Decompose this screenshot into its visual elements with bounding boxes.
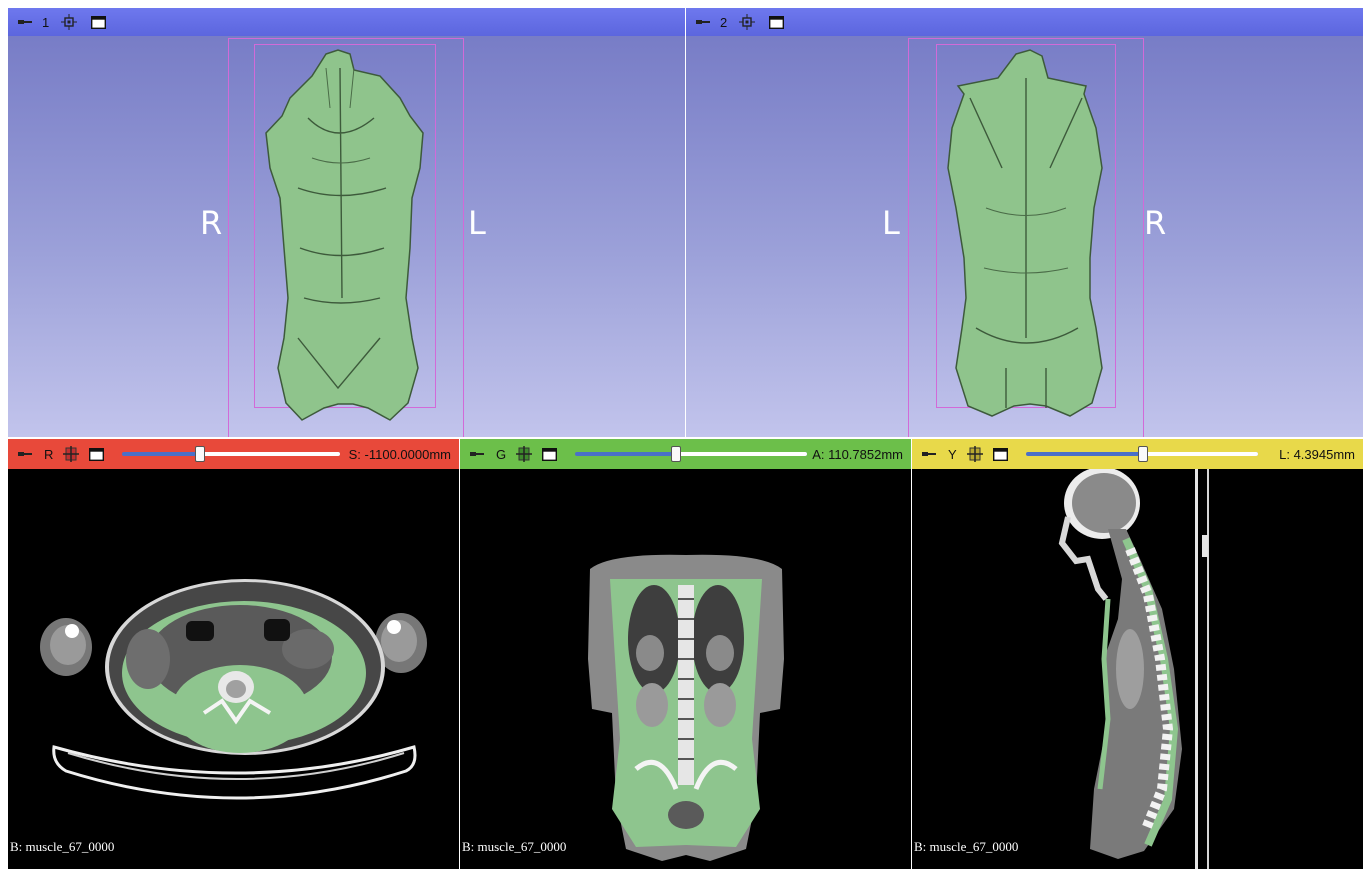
slice-offset-slider[interactable]: [122, 446, 341, 462]
green-slice-view[interactable]: G A: 110.7852mm B: muscle_67_0000: [460, 439, 911, 869]
orientation-label-left: L: [882, 204, 900, 242]
link-icon[interactable]: [966, 446, 983, 462]
slider-handle[interactable]: [1137, 446, 1148, 462]
slice-controller-bar: R S: -1100.0000mm: [8, 439, 459, 469]
background-volume-label: B: muscle_67_0000: [10, 839, 115, 854]
slider-handle[interactable]: [670, 446, 681, 462]
slider-handle[interactable]: [194, 446, 205, 462]
slice-view-letter: Y: [948, 446, 957, 462]
background-volume-label: B: muscle_67_0000: [462, 839, 567, 854]
slice-view-letter: G: [496, 446, 507, 462]
orientation-label-right: R: [1144, 204, 1167, 242]
pin-icon[interactable]: [922, 449, 936, 459]
maximize-window-icon[interactable]: [89, 447, 105, 461]
pin-icon[interactable]: [18, 449, 32, 459]
slider-track-remaining: [674, 452, 808, 456]
yellow-slice-view[interactable]: Y L: 4.3945mm B: muscle_67_0000: [912, 439, 1363, 869]
slice-position-value: L: 4.3945mm: [1279, 446, 1355, 462]
maximize-window-icon[interactable]: [542, 447, 558, 461]
red-slice-view[interactable]: R S: -1100.0000mm B: muscle_67_0000: [8, 439, 459, 869]
slice-offset-slider[interactable]: [1025, 446, 1258, 462]
slice-controller-bar: G A: 110.7852mm: [460, 439, 911, 469]
background-volume-label: B: muscle_67_0000: [914, 839, 1019, 854]
3d-view-2[interactable]: 2 L R: [686, 8, 1363, 437]
orientation-label-right: L: [468, 204, 486, 242]
torso-muscle-3d-model-front: [265, 49, 424, 421]
orientation-label-left: R: [200, 204, 223, 242]
slice-position-value: A: 110.7852mm: [812, 446, 903, 462]
link-icon[interactable]: [516, 446, 533, 462]
axial-ct-image: [40, 579, 427, 800]
pin-icon[interactable]: [470, 449, 484, 459]
maximize-window-icon[interactable]: [992, 447, 1008, 461]
slice-offset-slider[interactable]: [575, 446, 808, 462]
3d-view-1[interactable]: 1 R L: [8, 8, 685, 437]
slider-track-remaining: [198, 452, 341, 456]
slice-view-letter: R: [44, 446, 54, 462]
coronal-ct-image: [588, 554, 784, 861]
slider-track-remaining: [1141, 452, 1258, 456]
torso-muscle-3d-model-back: [947, 49, 1103, 417]
slice-controller-bar: Y L: 4.3945mm: [912, 439, 1363, 469]
link-icon[interactable]: [63, 446, 80, 462]
sagittal-ct-image: [1058, 469, 1209, 869]
slice-position-value: S: -1100.0000mm: [348, 446, 451, 462]
